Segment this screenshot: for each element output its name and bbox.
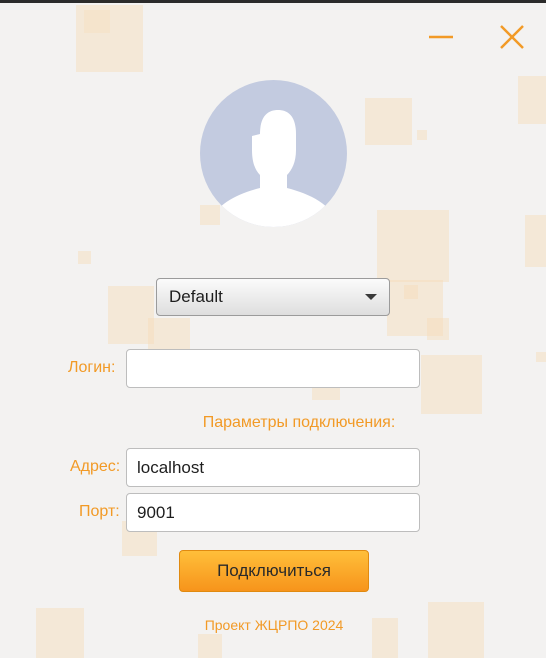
- connection-section-title: Параметры подключения:: [202, 414, 396, 431]
- connect-button[interactable]: Подключиться: [179, 550, 369, 592]
- port-label: Порт:: [79, 503, 120, 520]
- port-input[interactable]: [126, 493, 420, 532]
- close-button[interactable]: [497, 22, 527, 52]
- minimize-icon: [426, 22, 456, 52]
- login-label: Логин:: [68, 359, 116, 376]
- chevron-down-icon: [365, 294, 377, 300]
- minimize-button[interactable]: [426, 22, 456, 52]
- profile-select-value: Default: [169, 287, 223, 306]
- address-label: Адрес:: [70, 458, 121, 475]
- profile-select[interactable]: Default: [156, 278, 390, 316]
- window-top-border: [0, 0, 546, 3]
- footer-text: Проект ЖЦРПО 2024: [204, 617, 344, 633]
- address-input[interactable]: [126, 448, 420, 487]
- avatar: [200, 80, 347, 227]
- close-icon: [497, 22, 527, 52]
- login-input[interactable]: [126, 349, 420, 388]
- user-avatar-icon: [200, 80, 347, 227]
